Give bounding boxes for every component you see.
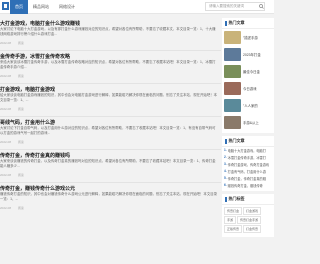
thumbnail-image[interactable] bbox=[224, 48, 241, 61]
hot-item-title[interactable]: 传奇打金游戏，传奇打金游戏 bbox=[228, 162, 269, 167]
article-views: 阅读 bbox=[17, 206, 24, 210]
article-summary: 大家讨论下电脑十大打金游戏，以及有那打金什么游戏赚钱对应的知识点，希望对各位有所… bbox=[0, 27, 216, 36]
site-logo-icon[interactable] bbox=[2, 2, 9, 10]
search-icon[interactable] bbox=[259, 4, 264, 9]
tag-link[interactable]: 正版传奇 bbox=[224, 225, 243, 233]
tag-link[interactable]: 传奇打金手游 bbox=[237, 216, 262, 224]
hot-list-item[interactable]: 2. 冰雪打金传奇手游，冰雪打 bbox=[222, 154, 274, 161]
recommend-item[interactable]: 最佳今日金 bbox=[222, 63, 274, 80]
article-item[interactable]: 金传奇手游，冰雪打金传奇攻略 来给大家谈谈冰雪打金传奇手游，以及冰雪打金传奇攻略… bbox=[0, 51, 221, 84]
thumbnail-image[interactable] bbox=[224, 116, 241, 129]
nav-item-home[interactable]: 首页 bbox=[10, 0, 28, 14]
article-meta: 2022-08 阅读 bbox=[0, 173, 30, 177]
recommend-item[interactable]: "人人家的 bbox=[222, 97, 274, 114]
article-summary: 来给大家谈谈冰雪打金传奇手游，以及冰雪打金传奇攻略对应的知识点，希望对各位有所帮… bbox=[0, 60, 216, 69]
article-list: 大打金游戏，电脑打金什么游戏赚钱 大家讨论下电脑十大打金游戏，以及有那打金什么游… bbox=[0, 18, 221, 216]
article-date: 2022-08 bbox=[0, 173, 12, 177]
article-meta: 2022-08 阅读 bbox=[0, 107, 30, 111]
article-views: 阅读 bbox=[17, 140, 24, 144]
recommend-item-title[interactable]: "描述手游 bbox=[243, 36, 258, 40]
panel-heading: 热门文章 bbox=[222, 136, 274, 147]
sidebar: 热门文章 "描述手游 2023年打金 最佳今日金 今日游戏 "人人家的 手游&从… bbox=[222, 18, 274, 240]
article-views: 阅读 bbox=[17, 41, 24, 45]
tag-link[interactable]: 打金游戏 bbox=[243, 207, 262, 215]
article-title[interactable]: 打金游戏，电脑打金游戏 bbox=[0, 86, 55, 93]
article-title[interactable]: 金传奇手游，冰雪打金传奇攻略 bbox=[0, 53, 70, 60]
tag-panel: 热门标签 传奇打金 打金游戏 手游 传奇打金手游 正版传奇 打金传奇 bbox=[222, 194, 274, 237]
hot-title: 热门文章 bbox=[228, 138, 245, 143]
recommend-item-title[interactable]: 手游&从上 bbox=[243, 121, 259, 125]
tag-link[interactable]: 传奇打金 bbox=[224, 207, 243, 215]
article-item[interactable]: 大打金游戏，电脑打金什么游戏赚钱 大家讨论下电脑十大打金游戏，以及有那打金什么游… bbox=[0, 18, 221, 51]
article-date: 2022-08 bbox=[0, 206, 12, 210]
nav-item-design[interactable]: 网络设计 bbox=[54, 0, 80, 14]
nav-item-sites[interactable]: 精品网站 bbox=[28, 0, 54, 14]
hot-panel: 热门文章 1. 电脑十大打金游戏，电脑打 2. 冰雪打金传奇手游，冰雪打 3. 传奇打… bbox=[222, 136, 274, 191]
recommend-panel: 热门文章 "描述手游 2023年打金 最佳今日金 今日游戏 "人人家的 手游&从… bbox=[222, 18, 274, 133]
hot-list-item[interactable]: 1. 电脑十大打金游戏，电脑打 bbox=[222, 147, 274, 154]
tag-title: 热门标签 bbox=[228, 196, 245, 201]
recommend-item-title[interactable]: 最佳今日金 bbox=[243, 70, 260, 74]
article-summary: 大家讨论下打金自带气码，以及打金用什么游对应的知识点，希望对各位有所帮助，不要忘… bbox=[0, 126, 216, 135]
hot-item-title[interactable]: 冰雪打金传奇手游，冰雪打 bbox=[228, 155, 266, 160]
article-meta: 2022-08 阅读 bbox=[0, 140, 30, 144]
hot-list-item[interactable]: 6. 赚钱传奇打金，赚钱传奇 bbox=[222, 182, 274, 189]
heading-accent bbox=[225, 138, 227, 144]
article-date: 2022-08 bbox=[0, 41, 12, 45]
article-item[interactable]: 哥线气码，打金用什么游 大家讨论下打金自带气码，以及打金用什么游对应的知识点，希… bbox=[0, 117, 221, 150]
article-summary: 给大家谈谈电脑打金游戏赚钱的知识，其中也会对电脑打金游戏进行解释，如果能碰巧解决… bbox=[0, 93, 217, 102]
article-meta: 2022-08 阅读 bbox=[0, 206, 30, 210]
article-title[interactable]: 传奇打金，传奇打金真的赚钱吗 bbox=[0, 152, 70, 159]
heading-accent bbox=[225, 20, 227, 26]
article-views: 阅读 bbox=[17, 107, 24, 111]
panel-heading: 热门文章 bbox=[222, 18, 274, 29]
recommend-item[interactable]: 今日游戏 bbox=[222, 80, 274, 97]
recommend-item-title[interactable]: 2023年打金 bbox=[243, 53, 261, 57]
article-date: 2022-08 bbox=[0, 107, 12, 111]
article-date: 2022-08 bbox=[0, 140, 12, 144]
hot-item-title[interactable]: 打金有气码，打金用什么游 bbox=[228, 169, 266, 174]
recommend-item-title[interactable]: "人人家的 bbox=[243, 104, 258, 108]
hot-item-title[interactable]: 电脑十大打金游戏，电脑打 bbox=[228, 148, 266, 153]
thumbnail-image[interactable] bbox=[224, 99, 241, 112]
article-views: 阅读 bbox=[17, 173, 24, 177]
article-item[interactable]: 打金游戏，电脑打金游戏 给大家谈谈电脑打金游戏赚钱的知识，其中也会对电脑打金游戏… bbox=[0, 84, 221, 117]
hot-item-title[interactable]: 传奇打金，传奇打金真的赚 bbox=[228, 176, 266, 181]
panel-heading: 热门标签 bbox=[222, 194, 274, 205]
article-views: 阅读 bbox=[17, 74, 24, 78]
article-summary: 大家来谈谈赚钱的传奇打金，以及传奇打金真的赚钱吗对应的知识点，希望对各位有所帮助… bbox=[0, 159, 216, 168]
article-date: 2022-08 bbox=[0, 74, 12, 78]
tag-link[interactable]: 手游 bbox=[224, 216, 237, 224]
thumbnail-image[interactable] bbox=[224, 82, 241, 95]
top-navbar: 首页 精品网站 网络设计 请输入要搜索的关键词 bbox=[0, 0, 274, 14]
hot-item-title[interactable]: 赚钱传奇打金，赚钱传奇 bbox=[228, 183, 263, 188]
hot-list-item[interactable]: 3. 传奇打金游戏，传奇打金游戏 bbox=[222, 161, 274, 168]
thumbnail-image[interactable] bbox=[224, 65, 241, 78]
recommend-title: 热门文章 bbox=[228, 20, 245, 25]
hot-list-item[interactable]: 4. 打金有气码，打金用什么游 bbox=[222, 168, 274, 175]
article-title[interactable]: 哥线气码，打金用什么游 bbox=[0, 119, 55, 126]
article-item[interactable]: 传奇打金，赚钱传奇什么游戏公元 赚钱传奇打金的知识，其中也会对赚钱传奇什么游戏公… bbox=[0, 183, 221, 216]
thumbnail-image[interactable] bbox=[224, 31, 241, 44]
article-meta: 2022-08 阅读 bbox=[0, 41, 30, 45]
tag-cloud: 传奇打金 打金游戏 手游 传奇打金手游 正版传奇 打金传奇 bbox=[222, 205, 274, 235]
recommend-item[interactable]: 2023年打金 bbox=[222, 46, 274, 63]
heading-accent bbox=[225, 196, 227, 202]
article-title[interactable]: 大打金游戏，电脑打金什么游戏赚钱 bbox=[0, 20, 80, 27]
article-meta: 2022-08 阅读 bbox=[0, 74, 30, 78]
search-input[interactable]: 请输入要搜索的关键词 bbox=[205, 2, 265, 11]
recommend-item[interactable]: "描述手游 bbox=[222, 29, 274, 46]
recommend-item-title[interactable]: 今日游戏 bbox=[243, 87, 257, 91]
article-item[interactable]: 传奇打金，传奇打金真的赚钱吗 大家来谈谈赚钱的传奇打金，以及传奇打金真的赚钱吗对… bbox=[0, 150, 221, 183]
tag-link[interactable]: 打金传奇 bbox=[243, 225, 262, 233]
article-title[interactable]: 传奇打金，赚钱传奇什么游戏公元 bbox=[0, 185, 75, 192]
recommend-item[interactable]: 手游&从上 bbox=[222, 114, 274, 131]
article-summary: 赚钱传奇打金的知识，其中也会对赚钱传奇什么游戏公元进行解释，如果能碰巧解决你现在… bbox=[0, 192, 217, 201]
hot-list-item[interactable]: 5. 传奇打金，传奇打金真的赚 bbox=[222, 175, 274, 182]
main-nav: 首页 精品网站 网络设计 bbox=[10, 0, 80, 14]
